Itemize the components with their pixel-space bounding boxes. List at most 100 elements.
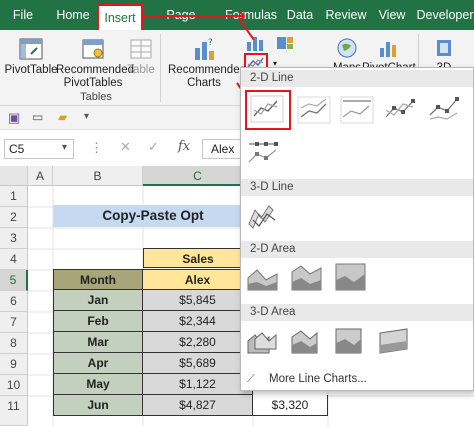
other-cell-jun[interactable]: $3,320 [253, 395, 328, 416]
open-folder-icon[interactable]: ▰ [58, 110, 67, 124]
alex-cell-mar[interactable]: $2,280 [143, 332, 253, 353]
hierarchy-chart-icon [277, 37, 293, 49]
recommended-pivot-icon [82, 39, 104, 59]
column-chart-button[interactable] [240, 34, 270, 52]
month-cell-feb[interactable]: Feb [53, 311, 143, 332]
sheet-title[interactable]: Copy-Paste Opt [53, 205, 253, 227]
3d-stacked-area-thumb-icon [291, 330, 318, 354]
row-header-11[interactable]: 11 [0, 396, 28, 426]
stacked-area-option[interactable] [289, 260, 327, 296]
alex-cell-jun[interactable]: $4,827 [143, 395, 253, 416]
row-header-8[interactable]: 8 [0, 333, 28, 354]
recommended-charts-button[interactable]: ? Recommended Charts [168, 36, 246, 90]
new-file-icon[interactable]: ▭ [32, 110, 43, 124]
row-header-5[interactable]: 5 [0, 270, 28, 291]
3d-map-icon [437, 40, 451, 56]
row-header-7[interactable]: 7 [0, 312, 28, 333]
pivot-chart-icon [380, 42, 396, 57]
alex-cell-feb[interactable]: $2,344 [143, 311, 253, 332]
area-option[interactable] [245, 260, 283, 296]
alex-cell-apr[interactable]: $5,689 [143, 353, 253, 374]
month-cell-mar[interactable]: Mar [53, 332, 143, 353]
row-header-3[interactable]: 3 [0, 228, 28, 249]
100-stacked-area-option[interactable] [333, 260, 371, 296]
3d-area-thumb-icon [247, 332, 277, 354]
row-header-1[interactable]: 1 [0, 186, 28, 207]
stacked-line-option[interactable] [296, 93, 334, 129]
month-cell-apr[interactable]: Apr [53, 353, 143, 374]
insert-function-icon[interactable]: fx [178, 139, 190, 154]
line-chart-gallery: 2-D Line 3-D Line 2-D Area 3-D Area ⟋ Mo… [240, 67, 474, 391]
stacked-line-markers-option[interactable] [426, 93, 464, 129]
column-header-a[interactable]: A [28, 166, 53, 186]
hierarchy-chart-button[interactable] [270, 34, 300, 52]
line-thumb-icon [250, 95, 284, 123]
3d-line-option[interactable] [245, 198, 283, 234]
line-markers-option[interactable] [382, 93, 420, 129]
month-cell-may[interactable]: May [53, 374, 143, 395]
tab-review[interactable]: Review [324, 0, 368, 30]
3d-100-stacked-area-option[interactable] [333, 323, 371, 359]
customize-toolbar-icon[interactable]: ▾ [84, 111, 89, 122]
section-2d-area: 2-D Area [241, 241, 473, 258]
100-stacked-line-thumb-icon [340, 96, 374, 124]
section-3d-line: 3-D Line [241, 179, 473, 196]
area-thumb-icon [247, 269, 278, 291]
month-cell-jan[interactable]: Jan [53, 290, 143, 311]
cancel-icon[interactable]: ✕ [120, 139, 131, 155]
tab-file[interactable]: File [4, 0, 42, 30]
name-box-dropdown-icon[interactable]: ▾ [62, 142, 67, 153]
group-label-tables: Tables [80, 91, 112, 103]
100-stacked-line-markers-thumb-icon [248, 142, 278, 163]
column-header-b[interactable]: B [53, 166, 143, 186]
3d-stacked-area-option[interactable] [289, 323, 327, 359]
recommended-pivot-label: Recommended PivotTables [56, 64, 134, 89]
select-all-corner[interactable] [0, 166, 28, 186]
tab-home[interactable]: Home [50, 0, 96, 30]
month-cell-jun[interactable]: Jun [53, 395, 143, 416]
more-charts-icon: ⟋ [247, 373, 255, 385]
section-2d-line: 2-D Line [241, 70, 473, 87]
100-stacked-area-thumb-icon [335, 263, 366, 291]
tab-view[interactable]: View [374, 0, 410, 30]
tab-data[interactable]: Data [284, 0, 316, 30]
sales-header[interactable]: Sales [143, 248, 253, 268]
tab-insert[interactable]: Insert [97, 4, 143, 30]
alex-cell-may[interactable]: $1,122 [143, 374, 253, 395]
stacked-line-markers-thumb-icon [429, 97, 459, 120]
save-icon[interactable]: ▣ [8, 110, 20, 126]
column-header-c[interactable]: C [143, 166, 253, 186]
alex-cell-jan[interactable]: $5,845 [143, 290, 253, 311]
annotation-arrow-1 [141, 15, 238, 17]
enter-icon[interactable]: ✓ [148, 139, 159, 155]
row-header-4[interactable]: 4 [0, 249, 28, 270]
column-chart-icon [247, 37, 263, 51]
alex-header[interactable]: Alex [143, 269, 253, 290]
maps-icon [337, 38, 357, 58]
3d-100-stacked-area-thumb-icon [335, 328, 362, 354]
pivot-table-icon [19, 38, 43, 60]
tab-developer[interactable]: Developer [416, 0, 474, 30]
row-header-10[interactable]: 10 [0, 375, 28, 396]
100-stacked-line-option[interactable] [339, 93, 377, 129]
3d-area-option[interactable] [245, 323, 283, 359]
3d-area-perspective-option[interactable] [377, 323, 415, 359]
row-header-6[interactable]: 6 [0, 291, 28, 312]
row-header-9[interactable]: 9 [0, 354, 28, 375]
stacked-area-thumb-icon [291, 265, 322, 291]
row-header-2[interactable]: 2 [0, 207, 28, 228]
dots-icon: ⋮ [90, 140, 103, 155]
svg-text:?: ? [208, 38, 213, 48]
table-label: Table [127, 64, 155, 76]
recommended-pivot-tables-button[interactable]: Recommended PivotTables [56, 36, 134, 90]
100-stacked-line-markers-option[interactable] [245, 136, 283, 172]
section-3d-area: 3-D Area [241, 304, 473, 321]
line-chart-option[interactable] [245, 90, 291, 130]
3d-area-perspective-thumb-icon [379, 328, 408, 354]
pivot-table-label: PivotTable [4, 64, 58, 76]
more-line-charts-link[interactable]: ⟋ More Line Charts... [243, 369, 473, 389]
table-button[interactable]: Table [126, 36, 156, 77]
recommended-charts-label: Recommended Charts [168, 64, 246, 89]
pivot-table-button[interactable]: PivotTable [4, 36, 58, 77]
month-header[interactable]: Month [53, 269, 143, 290]
